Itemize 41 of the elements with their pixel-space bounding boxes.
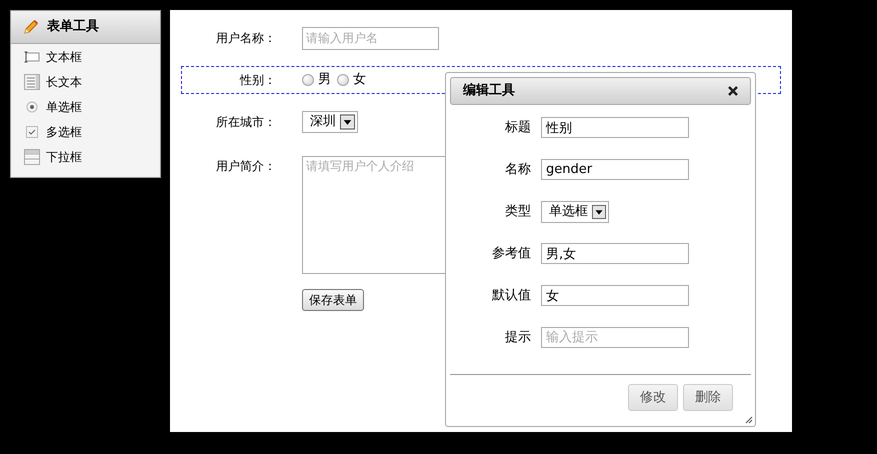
- toolbox-item[interactable]: 单选框: [11, 94, 160, 119]
- text-input[interactable]: 输入提示: [541, 327, 689, 348]
- text-input[interactable]: 男,女: [541, 243, 689, 264]
- field-label: 用户简介：: [215, 158, 276, 175]
- type-select[interactable]: 单选框: [541, 200, 609, 222]
- radio-label: 女: [353, 71, 366, 90]
- toolbox-title: 表单工具: [47, 18, 99, 36]
- toolbox-item[interactable]: 长文本: [11, 69, 160, 94]
- dialog-title: 编辑工具: [463, 82, 515, 100]
- resize-grip-icon[interactable]: [745, 416, 753, 424]
- radio-icon: [26, 100, 38, 112]
- caret-icon: [340, 114, 355, 130]
- text-input[interactable]: gender: [541, 159, 689, 180]
- field-label: 提示: [504, 328, 531, 347]
- field-label: 类型: [504, 202, 531, 221]
- dialog-button[interactable]: 删除: [683, 384, 733, 411]
- text-area-icon: [24, 74, 40, 90]
- toolbox-item[interactable]: 下拉框: [11, 144, 160, 169]
- text-input[interactable]: 性别: [541, 117, 689, 138]
- radio-button[interactable]: [337, 74, 349, 86]
- field-label: 所在城市：: [215, 114, 276, 131]
- pencil-icon: [23, 19, 39, 35]
- toolbox-item[interactable]: 文本框: [11, 44, 160, 69]
- field-label: 默认值: [491, 286, 531, 305]
- text-input[interactable]: 请输入用户名: [302, 26, 439, 50]
- caret-icon: [592, 204, 606, 220]
- field-label: 标题: [504, 118, 531, 137]
- checkbox-icon: [26, 126, 38, 138]
- city-select[interactable]: 深圳: [302, 111, 358, 133]
- text-field-icon: [24, 50, 40, 62]
- field-label: 性别：: [238, 72, 276, 89]
- field-label: 用户名称：: [215, 30, 276, 47]
- dropdown-list-icon: [24, 148, 40, 164]
- dialog-button[interactable]: 修改: [628, 384, 678, 411]
- field-label: 名称: [504, 160, 531, 179]
- text-input[interactable]: 女: [541, 285, 689, 306]
- close-icon[interactable]: [728, 86, 738, 96]
- toolbox-item[interactable]: 多选框: [11, 119, 160, 144]
- save-form-button[interactable]: 保存表单: [302, 289, 364, 311]
- radio-label: 男: [318, 71, 331, 90]
- radio-button[interactable]: [302, 74, 314, 86]
